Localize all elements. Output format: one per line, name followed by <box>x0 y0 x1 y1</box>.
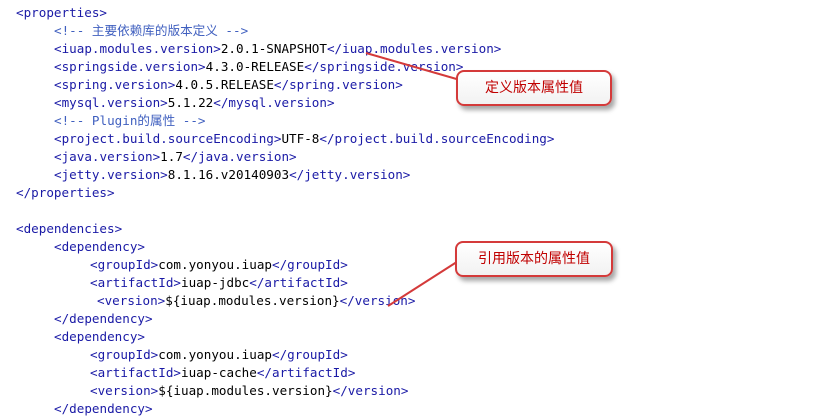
callout-pointers <box>365 52 475 307</box>
callout-define-version: 定义版本属性值 <box>456 70 612 106</box>
callout-reference-version: 引用版本的属性值 <box>455 241 613 277</box>
reference-callout-pointer <box>387 257 464 307</box>
